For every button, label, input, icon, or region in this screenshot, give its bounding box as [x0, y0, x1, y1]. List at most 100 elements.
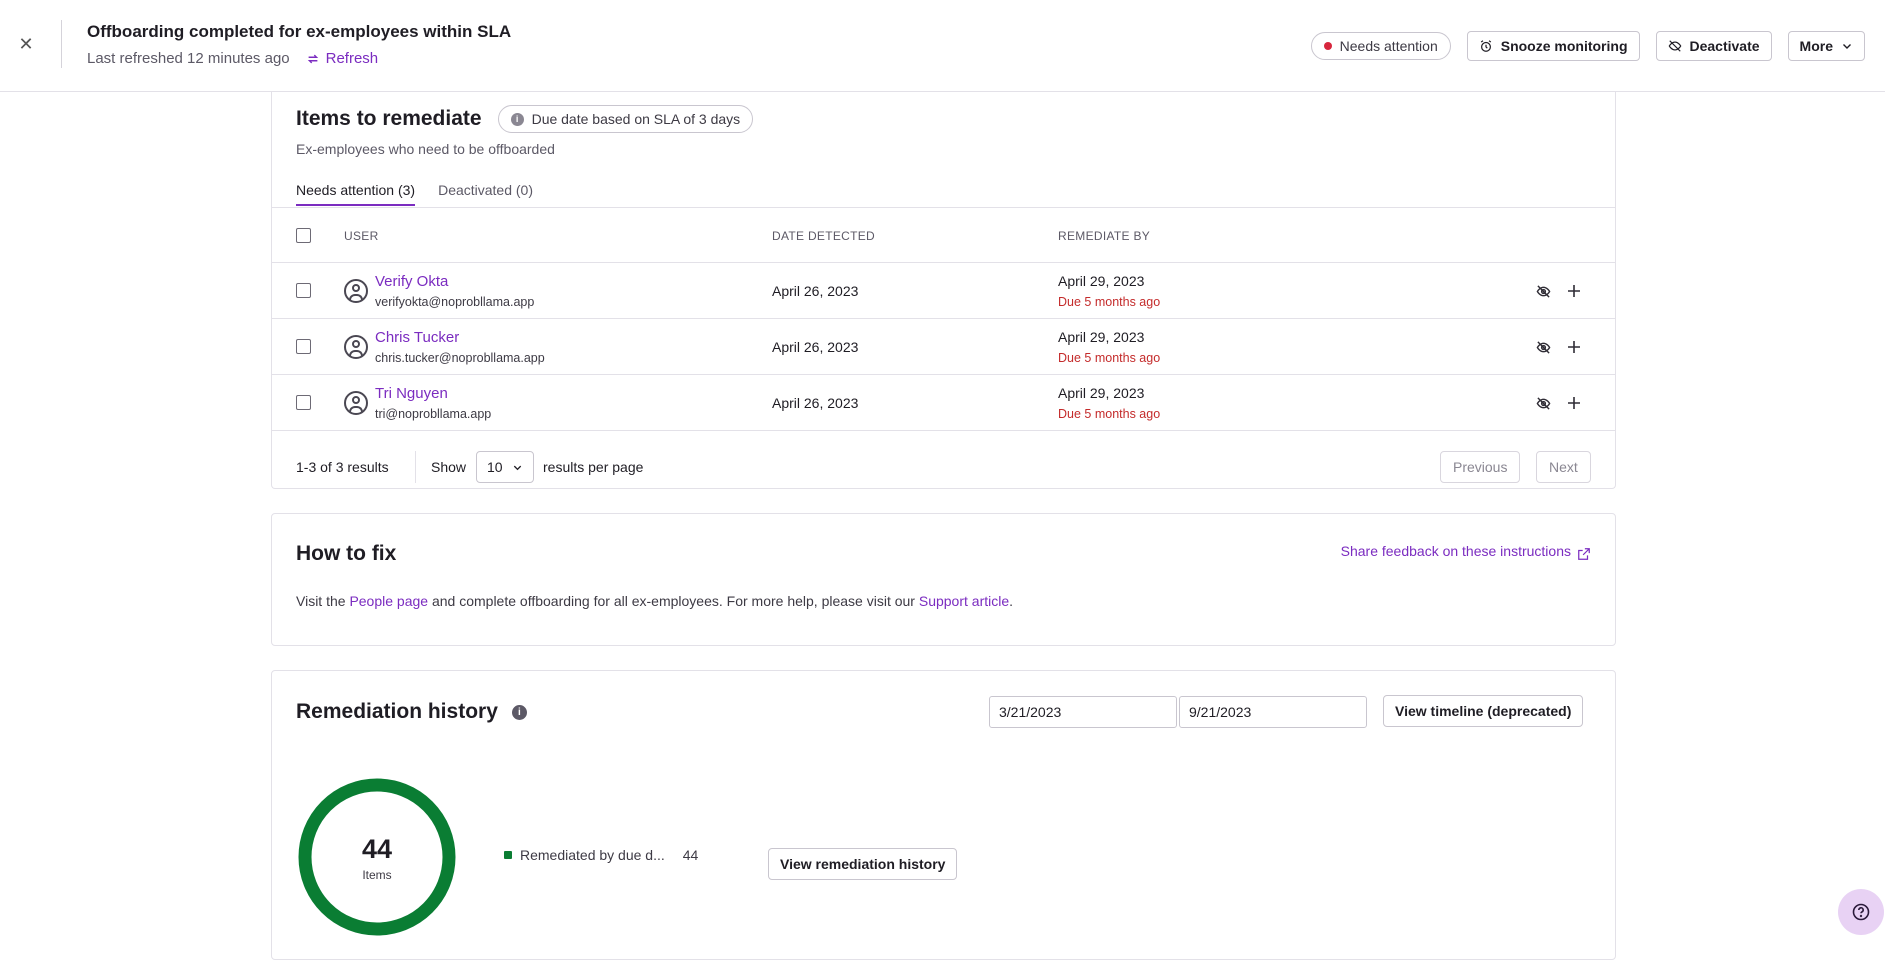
refresh-icon — [307, 54, 318, 63]
share-feedback-link[interactable]: Share feedback on these instructions — [1341, 541, 1591, 561]
remediate-subtitle: Ex-employees who need to be offboarded — [296, 141, 555, 157]
user-name-link[interactable]: Verify Okta — [375, 273, 448, 290]
column-header-user[interactable]: USER — [344, 229, 379, 243]
user-avatar-icon — [344, 335, 368, 359]
column-header-remediate-by[interactable]: REMEDIATE BY — [1058, 229, 1150, 243]
date-detected: April 26, 2023 — [772, 395, 859, 411]
deactivate-row-button[interactable] — [1534, 394, 1552, 412]
refresh-button[interactable]: Refresh — [306, 50, 379, 67]
due-status: Due 5 months ago — [1058, 407, 1161, 421]
footer-divider — [415, 451, 416, 483]
snooze-monitoring-label: Snooze monitoring — [1500, 38, 1628, 54]
info-icon[interactable]: i — [511, 704, 527, 720]
user-name-link[interactable]: Tri Nguyen — [375, 385, 448, 402]
chevron-down-icon — [1843, 44, 1851, 49]
eye-off-icon — [1536, 284, 1550, 298]
instructions-text-2: and complete offboarding for all ex-empl… — [428, 593, 919, 609]
more-menu-button[interactable]: More — [1787, 31, 1865, 61]
next-page-button[interactable]: Next — [1536, 451, 1591, 483]
chevron-down-icon — [513, 465, 522, 470]
status-badge-label: Needs attention — [1339, 38, 1438, 54]
plus-icon — [1568, 285, 1580, 297]
per-page-select[interactable]: 10 — [476, 451, 534, 483]
user-avatar-icon — [344, 391, 368, 415]
start-date-input[interactable] — [989, 696, 1177, 728]
remediate-by-date: April 29, 2023 — [1058, 385, 1145, 401]
refresh-label: Refresh — [325, 50, 379, 67]
deactivate-button[interactable]: Deactivate — [1655, 31, 1772, 61]
instructions-text-3: . — [1009, 593, 1014, 609]
deactivate-label: Deactivate — [1689, 38, 1760, 54]
donut-unit: Items — [362, 868, 392, 882]
view-remediation-history-button[interactable]: View remediation history — [768, 848, 958, 880]
remediate-by-date: April 29, 2023 — [1058, 329, 1145, 345]
user-email: verifyokta@noprobllama.app — [375, 295, 535, 309]
snooze-monitoring-button[interactable]: Snooze monitoring — [1466, 31, 1640, 61]
end-date-input[interactable] — [1179, 696, 1367, 728]
add-row-button[interactable] — [1565, 394, 1583, 412]
donut-total: 44 — [361, 834, 393, 864]
row-checkbox[interactable] — [296, 395, 311, 410]
people-page-link[interactable]: People page — [349, 593, 428, 609]
deactivate-row-button[interactable] — [1534, 282, 1552, 300]
more-label: More — [1799, 38, 1833, 54]
show-label: Show — [431, 459, 467, 475]
per-page-suffix: results per page — [543, 459, 644, 475]
how-to-fix-instructions: Visit the People page and complete offbo… — [296, 593, 1013, 609]
table-row: Tri Nguyen tri@noprobllama.app April 26,… — [272, 375, 1615, 431]
sla-badge-label: Due date based on SLA of 3 days — [531, 111, 741, 127]
status-dot-icon — [1323, 42, 1332, 50]
per-page-value: 10 — [487, 459, 503, 475]
select-all-checkbox[interactable] — [296, 228, 311, 243]
close-icon[interactable]: ✕ — [16, 34, 36, 54]
help-icon — [1852, 903, 1870, 921]
column-header-date-detected[interactable]: DATE DETECTED — [772, 229, 875, 243]
add-row-button[interactable] — [1565, 338, 1583, 356]
date-detected: April 26, 2023 — [772, 339, 859, 355]
add-row-button[interactable] — [1565, 282, 1583, 300]
previous-page-button[interactable]: Previous — [1440, 451, 1521, 483]
eye-off-icon — [1536, 340, 1550, 354]
help-button[interactable] — [1838, 889, 1884, 935]
legend-item: Remediated by due d... 44 — [504, 847, 698, 863]
history-title: Remediation history — [296, 700, 498, 723]
user-avatar-icon — [344, 279, 368, 303]
header-actions: Needs attention Snooze monitoring Deacti… — [1310, 31, 1865, 61]
share-feedback-label: Share feedback on these instructions — [1340, 543, 1571, 559]
alarm-clock-icon — [1480, 40, 1491, 52]
user-email: chris.tucker@noprobllama.app — [375, 351, 545, 365]
table-row: Verify Okta verifyokta@noprobllama.app A… — [272, 263, 1615, 319]
legend-label: Remediated by due d... — [520, 847, 665, 863]
status-badge: Needs attention — [1310, 32, 1451, 60]
view-timeline-button[interactable]: View timeline (deprecated) — [1383, 695, 1584, 727]
how-to-fix-title: How to fix — [296, 542, 397, 565]
how-to-fix-card: How to fix Share feedback on these instr… — [271, 513, 1616, 646]
user-name-link[interactable]: Chris Tucker — [375, 329, 459, 346]
row-checkbox[interactable] — [296, 339, 311, 354]
history-header: Remediation history i — [296, 700, 527, 724]
tab-deactivated[interactable]: Deactivated (0) — [438, 182, 533, 206]
support-article-link[interactable]: Support article — [919, 593, 1009, 609]
row-checkbox[interactable] — [296, 283, 311, 298]
date-detected: April 26, 2023 — [772, 283, 859, 299]
remediation-history-card: Remediation history i View timeline (dep… — [271, 670, 1616, 960]
pagination-footer: 1-3 of 3 results Show 10 results per pag… — [272, 443, 1615, 488]
plus-icon — [1568, 341, 1580, 353]
plus-icon — [1568, 397, 1580, 409]
last-refreshed-text: Last refreshed 12 minutes ago — [87, 50, 290, 67]
info-icon: i — [510, 112, 524, 126]
due-status: Due 5 months ago — [1058, 351, 1161, 365]
deactivate-row-button[interactable] — [1534, 338, 1552, 356]
header-subline: Last refreshed 12 minutes ago Refresh — [87, 50, 378, 67]
user-email: tri@noprobllama.app — [375, 407, 492, 421]
results-count: 1-3 of 3 results — [296, 459, 389, 475]
remediate-header: Items to remediate i Due date based on S… — [296, 105, 754, 133]
instructions-text-1: Visit the — [296, 593, 350, 609]
page-title: Offboarding completed for ex-employees w… — [87, 22, 512, 41]
table-header: USER DATE DETECTED REMEDIATE BY — [272, 207, 1615, 263]
tab-needs-attention[interactable]: Needs attention (3) — [296, 182, 416, 206]
remediate-tabs: Needs attention (3) Deactivated (0) — [296, 182, 533, 206]
due-status: Due 5 months ago — [1058, 295, 1161, 309]
remediate-title: Items to remediate — [296, 107, 482, 130]
eye-off-icon — [1668, 40, 1681, 52]
